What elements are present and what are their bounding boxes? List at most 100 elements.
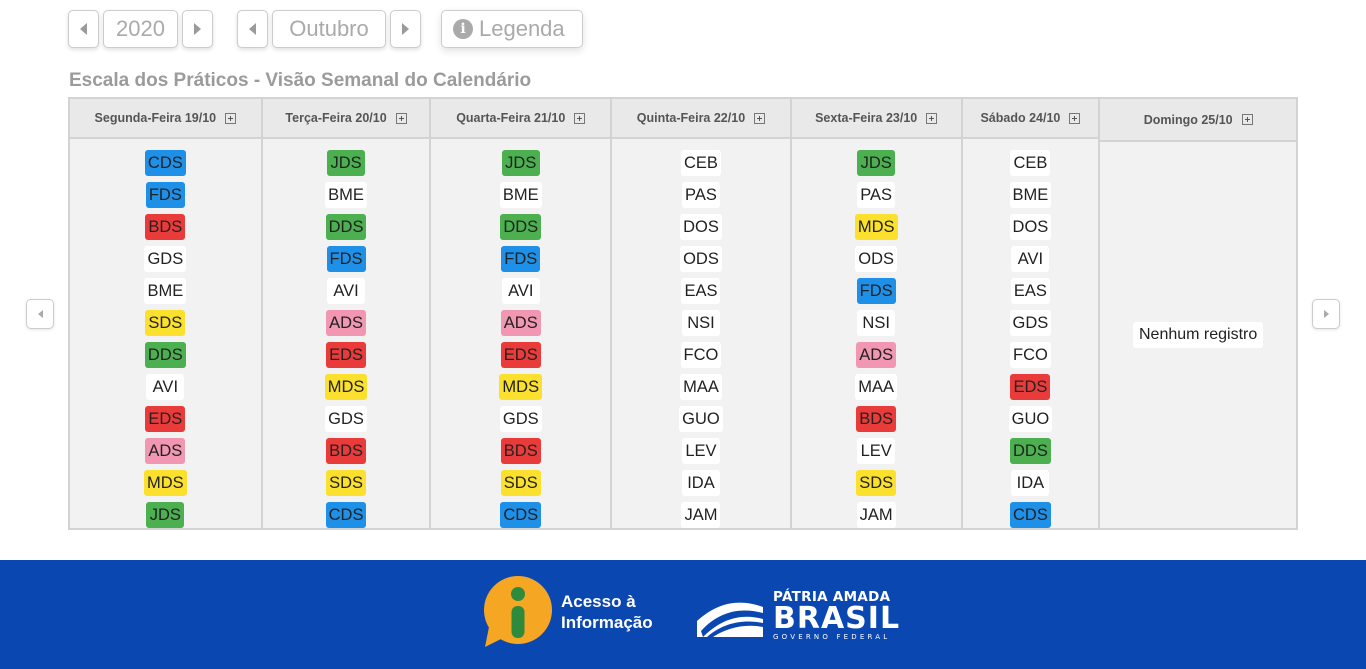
year-field[interactable]: 2020 — [103, 10, 178, 48]
pilot-chip[interactable]: EDS — [145, 406, 186, 432]
pilot-chip[interactable]: AVI — [146, 374, 185, 400]
pilot-chip[interactable]: GUO — [1008, 406, 1053, 432]
pilot-chip[interactable]: GDS — [1009, 310, 1052, 336]
pilot-chip[interactable]: CDS — [500, 502, 542, 528]
pilot-chip[interactable]: DDS — [325, 214, 367, 240]
acesso-line1: Acesso à — [561, 592, 636, 611]
day-header: Sexta-Feira 23/10 — [791, 99, 961, 139]
pilot-chip[interactable]: EAS — [681, 278, 721, 304]
pilot-chip[interactable]: SDS — [326, 470, 367, 496]
pilot-chip[interactable]: FDS — [856, 278, 896, 304]
pilot-chip[interactable]: CEB — [680, 150, 721, 176]
month-field[interactable]: Outubro — [272, 10, 386, 48]
pilot-chip[interactable]: ODS — [680, 246, 722, 272]
legend-button[interactable]: i Legenda — [441, 10, 583, 48]
pilot-chip[interactable]: SDS — [856, 470, 897, 496]
pilot-chip[interactable]: DDS — [500, 214, 542, 240]
pilot-chip[interactable]: LEV — [681, 438, 720, 464]
pilot-chip[interactable]: DOS — [680, 214, 722, 240]
pilot-chip[interactable]: FDS — [501, 246, 541, 272]
pilot-chip[interactable]: ODS — [855, 246, 898, 272]
pilot-chip[interactable]: MDS — [144, 470, 187, 496]
pilot-chip[interactable]: EAS — [1010, 278, 1050, 304]
pilot-chip[interactable]: MDS — [854, 214, 898, 240]
pilot-chip[interactable]: ADS — [856, 342, 897, 368]
pilot-chip[interactable]: EDS — [500, 342, 541, 368]
chevron-left-icon — [80, 23, 87, 35]
pilot-chip[interactable]: CDS — [1010, 502, 1051, 528]
pilot-chip[interactable]: MDS — [499, 374, 543, 400]
expand-plus-icon[interactable] — [395, 112, 407, 124]
pilot-chip[interactable]: JAM — [856, 502, 896, 528]
pilot-chip[interactable]: MAA — [855, 374, 898, 400]
pilot-chip[interactable]: JDS — [857, 150, 896, 176]
pilot-chip[interactable]: EDS — [1010, 374, 1051, 400]
expand-plus-icon[interactable] — [754, 112, 766, 124]
pilot-chip[interactable]: BME — [325, 182, 367, 208]
pilot-chip[interactable]: CDS — [325, 502, 367, 528]
day-entries: JDS BME DDS FDS AVI ADS EDS MDS GDS BDS SDS CDS — [431, 139, 610, 528]
next-year-button[interactable] — [182, 10, 213, 48]
pilot-chip[interactable]: CDS — [144, 150, 186, 176]
pilot-chip[interactable]: GDS — [499, 406, 542, 432]
pilot-chip[interactable]: BDS — [856, 406, 897, 432]
pilot-chip[interactable]: DOS — [1009, 214, 1052, 240]
pilot-chip[interactable]: IDA — [681, 470, 720, 496]
pilot-chip[interactable]: PAS — [857, 182, 896, 208]
pilot-chip[interactable]: AVI — [501, 278, 540, 304]
pilot-chip[interactable]: NSI — [681, 310, 720, 336]
next-week-button[interactable] — [1312, 299, 1340, 329]
expand-plus-icon[interactable] — [225, 112, 237, 124]
pilot-chip[interactable]: BME — [499, 182, 542, 208]
pilot-chip[interactable]: BME — [1009, 182, 1052, 208]
next-month-button[interactable] — [390, 10, 421, 48]
pilot-chip[interactable]: GDS — [325, 406, 367, 432]
pilot-chip[interactable]: AVI — [1011, 246, 1050, 272]
pilot-chip[interactable]: MDS — [324, 374, 368, 400]
pilot-chip[interactable]: EDS — [326, 342, 367, 368]
pilot-chip[interactable]: AVI — [327, 278, 366, 304]
day-entries: JDS BME DDS FDS AVI ADS EDS MDS GDS BDS SDS CDS — [263, 139, 430, 528]
pilot-chip[interactable]: CEB — [1010, 150, 1051, 176]
pilot-chip[interactable]: ADS — [145, 438, 186, 464]
pilot-chip[interactable]: JDS — [501, 150, 540, 176]
pilot-chip[interactable]: ADS — [326, 310, 367, 336]
pilot-chip[interactable]: DDS — [144, 342, 186, 368]
pilot-chip[interactable]: IDA — [1011, 470, 1050, 496]
brasil-logo-link[interactable]: PÁTRIA AMADA BRASIL GOVERNO FEDERAL — [697, 589, 900, 641]
pilot-chip[interactable]: DDS — [1010, 438, 1051, 464]
pilot-chip[interactable]: JAM — [681, 502, 721, 528]
chevron-right-icon — [1323, 310, 1329, 318]
pilot-chip[interactable]: SDS — [500, 470, 541, 496]
expand-plus-icon[interactable] — [926, 112, 938, 124]
empty-message: Nenhum registro — [1133, 322, 1264, 348]
prev-year-button[interactable] — [68, 10, 99, 48]
pilot-chip[interactable]: PAS — [681, 182, 720, 208]
pilot-chip[interactable]: FDS — [145, 182, 185, 208]
pilot-chip[interactable]: NSI — [857, 310, 896, 336]
chevron-left-icon — [249, 23, 256, 35]
pilot-chip[interactable]: FCO — [1010, 342, 1051, 368]
pilot-chip[interactable]: MAA — [680, 374, 722, 400]
day-header-label: Domingo 25/10 — [1143, 112, 1233, 127]
pilot-chip[interactable]: GUO — [679, 406, 723, 432]
pilot-chip[interactable]: FDS — [326, 246, 366, 272]
pilot-chip[interactable]: SDS — [145, 310, 186, 336]
day-header-label: Sábado 24/10 — [980, 111, 1061, 125]
pilot-chip[interactable]: BDS — [500, 438, 541, 464]
pilot-chip[interactable]: BDS — [145, 214, 186, 240]
pilot-chip[interactable]: JDS — [327, 150, 366, 176]
pilot-chip[interactable]: ADS — [500, 310, 541, 336]
pilot-chip[interactable]: BME — [144, 278, 187, 304]
pilot-chip[interactable]: FCO — [680, 342, 722, 368]
prev-week-button[interactable] — [26, 299, 54, 329]
pilot-chip[interactable]: GDS — [144, 246, 187, 272]
pilot-chip[interactable]: LEV — [857, 438, 896, 464]
expand-plus-icon[interactable] — [574, 112, 586, 124]
expand-plus-icon[interactable] — [1241, 114, 1253, 125]
expand-plus-icon[interactable] — [1069, 112, 1081, 124]
acesso-informacao-link[interactable]: Acesso à Informação — [483, 575, 653, 649]
pilot-chip[interactable]: JDS — [146, 502, 185, 528]
prev-month-button[interactable] — [237, 10, 268, 48]
pilot-chip[interactable]: BDS — [326, 438, 367, 464]
